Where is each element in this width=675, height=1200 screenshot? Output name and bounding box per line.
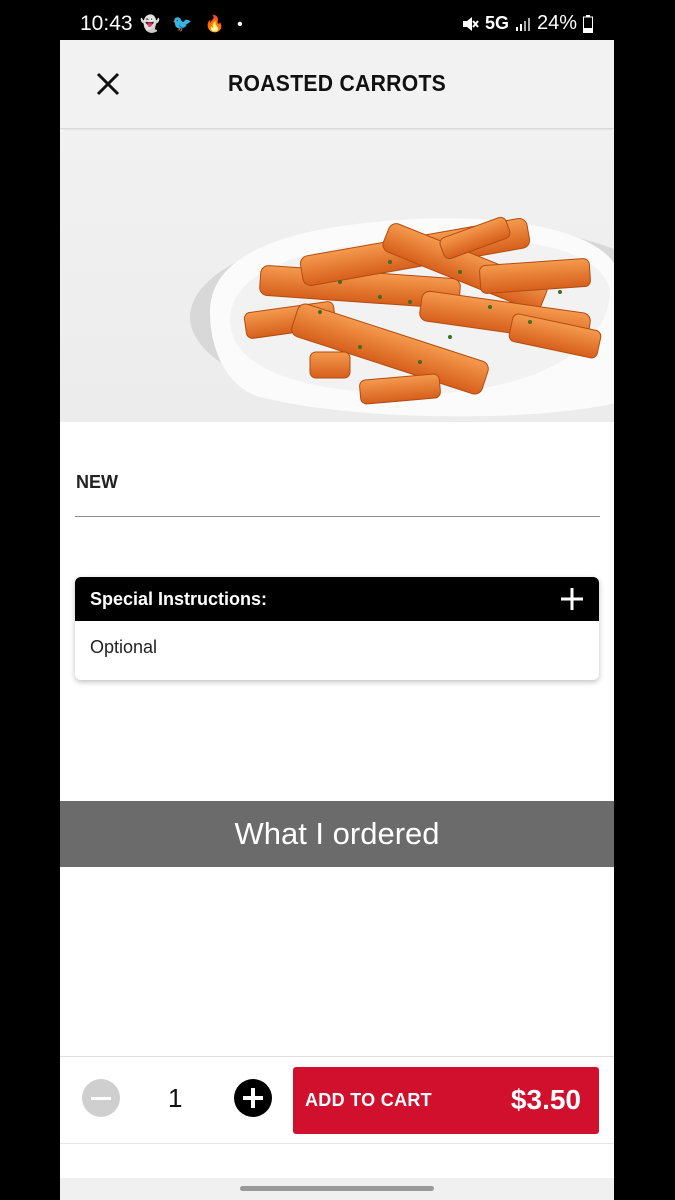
status-bar: 10:43 👻 🐦 🔥 • 5G 24% — [0, 0, 675, 40]
price: $3.50 — [510, 1084, 581, 1115]
cart-bar: 1 ADD TO CART $3.50 — [60, 1056, 614, 1144]
battery-icon — [583, 14, 593, 33]
signal-icon — [515, 17, 530, 31]
special-instructions-card: Special Instructions: Optional — [75, 577, 599, 680]
network-type: 5G — [484, 13, 509, 33]
page-title: ROASTED CARROTS — [227, 70, 447, 96]
product-tag: NEW — [76, 472, 118, 492]
add-to-cart-button[interactable]: ADD TO CART $3.50 — [293, 1067, 599, 1134]
quantity-value: 1 — [168, 1083, 183, 1113]
add-to-cart-label: ADD TO CART — [305, 1090, 432, 1110]
battery-level: 24% — [536, 12, 577, 34]
divider — [75, 516, 600, 517]
notification-icons: 👻 🐦 🔥 • — [140, 16, 247, 33]
decrease-quantity-button[interactable] — [82, 1079, 120, 1117]
home-indicator[interactable] — [240, 1186, 434, 1191]
product-detail-screen: ROASTED CARROTS NEW Special Instructions… — [60, 40, 614, 1200]
special-instructions-header[interactable]: Special Instructions: — [75, 577, 599, 621]
header: ROASTED CARROTS — [60, 40, 614, 129]
plus-icon[interactable] — [559, 586, 585, 612]
roasted-carrots-image — [190, 216, 614, 417]
increase-quantity-button[interactable] — [234, 1079, 272, 1117]
mute-icon — [462, 16, 479, 31]
special-instructions-title: Special Instructions: — [90, 589, 268, 609]
system-icons: 5G 24% — [461, 12, 593, 35]
special-instructions-field[interactable]: Optional — [90, 637, 157, 658]
overlay-caption: What I ordered — [60, 801, 614, 867]
status-time: 10:43 — [80, 12, 133, 35]
product-image — [60, 132, 614, 422]
